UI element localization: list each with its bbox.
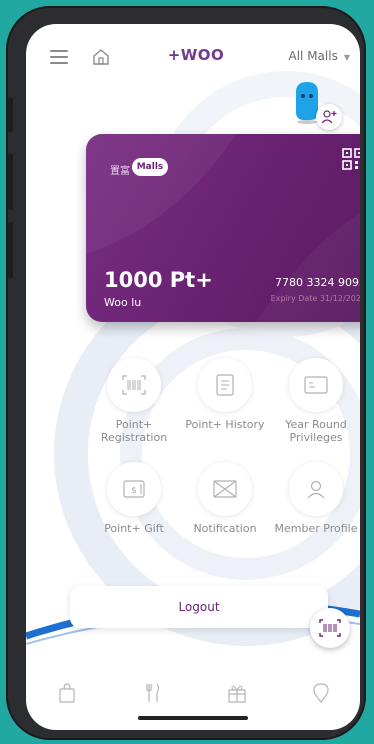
envelope-icon [213,480,237,498]
card-expiry: Expiry Date 31/12/2020 [270,294,360,303]
barcode-icon [122,375,146,395]
chevron-down-icon: ▼ [343,53,350,62]
gift-icon[interactable] [226,682,248,704]
phone-frame: +WOO All Malls ▼ 置富 Malls 1000 Pt+ Woo l… [6,6,366,740]
shopping-bag-icon[interactable] [56,682,78,704]
points-balance: 1000 Pt+ [104,268,213,292]
feature-point-registration[interactable]: Point+ Registration [86,358,182,444]
gift-exchange-icon: $ [123,480,145,498]
home-icon[interactable] [90,46,112,68]
logout-button[interactable]: Logout [70,586,328,628]
logo-text: 置富 [110,166,130,177]
add-member-button[interactable] [316,104,342,130]
feature-circle [107,358,161,412]
member-card[interactable]: 置富 Malls 1000 Pt+ Woo lu 7780 3324 9093 … [86,134,360,322]
feature-year-round-privileges[interactable]: Year Round Privileges [268,358,360,444]
mall-selector[interactable]: All Malls ▼ [289,49,350,63]
feature-circle [198,462,252,516]
feature-member-profile[interactable]: Member Profile [268,462,360,535]
document-icon [216,374,234,396]
person-icon [307,480,325,499]
home-indicator[interactable] [138,716,248,720]
feature-label: Member Profile [274,522,358,535]
card-icon [304,376,328,394]
top-bar: +WOO All Malls ▼ [26,24,360,82]
app-screen: +WOO All Malls ▼ 置富 Malls 1000 Pt+ Woo l… [26,24,360,730]
add-person-icon [321,110,337,124]
hamburger-menu-icon[interactable] [50,50,68,64]
feature-label: Point+ Gift [104,522,164,535]
qr-code-icon[interactable] [342,148,360,170]
mall-selector-label: All Malls [288,49,338,63]
logo-pill: Malls [132,158,168,176]
bottom-navigation [26,674,360,710]
svg-text:$: $ [131,486,137,496]
feature-label: Point+ History [185,418,265,431]
feature-point-history[interactable]: Point+ History [177,358,273,431]
phone-side-button [8,98,13,132]
app-title: +WOO [167,46,225,64]
feature-label: Notification [193,522,257,535]
mall-logo: 置富 Malls [110,150,170,180]
phone-side-button [8,154,13,210]
dining-icon[interactable] [142,682,164,704]
scan-button[interactable] [310,608,350,648]
card-number: 7780 3324 9093 [275,276,360,289]
feature-label: Point+ Registration [100,418,168,444]
feature-circle: $ [107,462,161,516]
feature-circle [289,462,343,516]
member-name: Woo lu [104,296,142,309]
barcode-scan-icon [319,619,341,637]
feature-label: Year Round Privileges [285,418,347,444]
feature-notification[interactable]: Notification [177,462,273,535]
feature-circle [289,358,343,412]
feature-circle [198,358,252,412]
location-icon[interactable] [310,682,332,704]
phone-side-button [8,222,13,278]
feature-point-gift[interactable]: $ Point+ Gift [86,462,182,535]
